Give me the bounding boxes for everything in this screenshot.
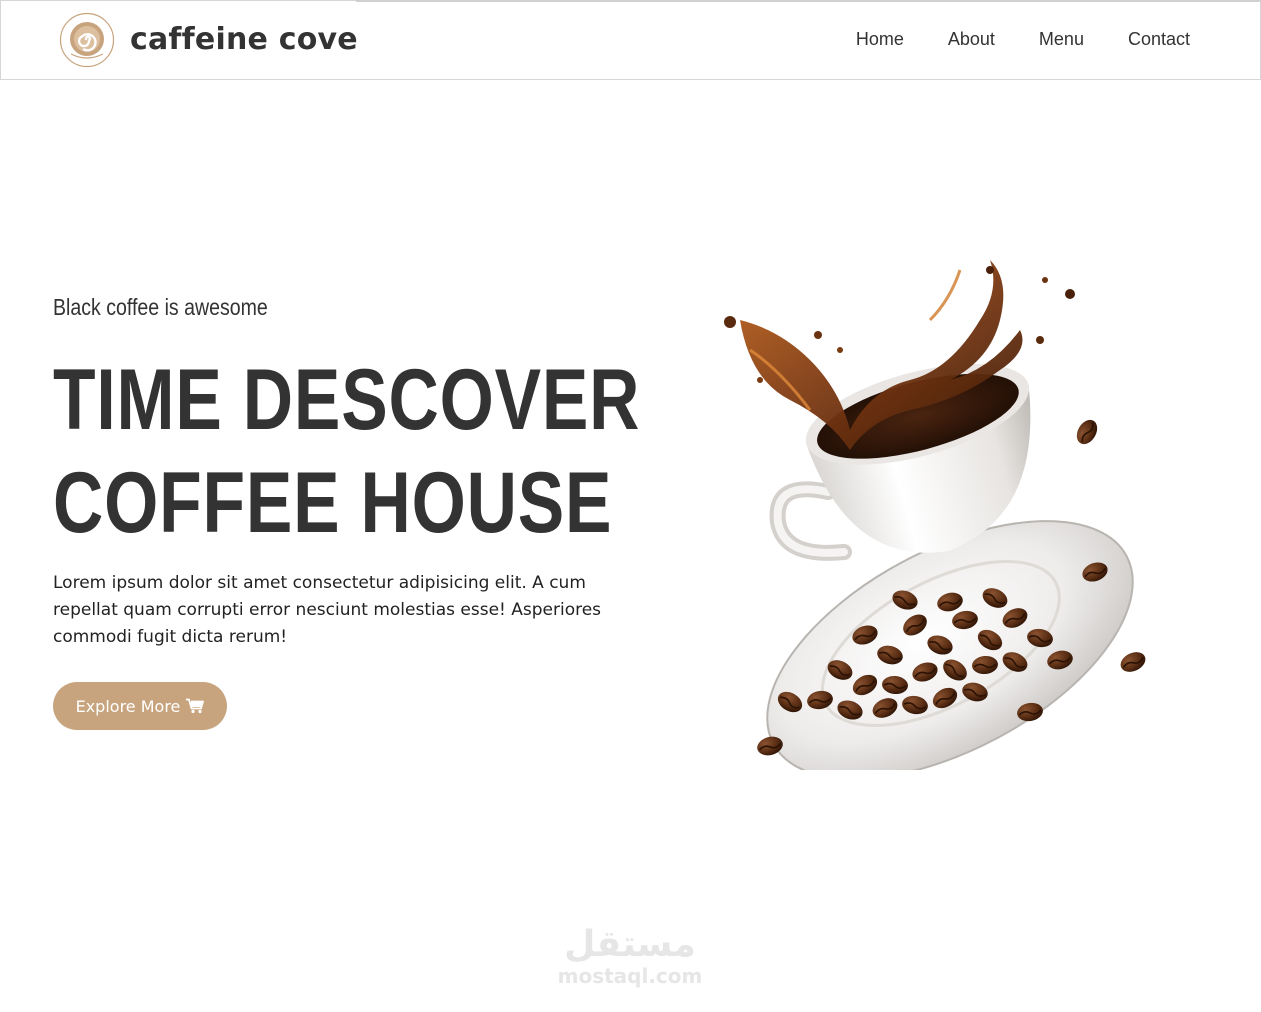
watermark: مستقل mostaql.com: [550, 924, 710, 988]
hero-title-line-1: TIME DESCOVER: [53, 352, 641, 448]
explore-more-label: Explore More: [75, 696, 181, 716]
hero-description: Lorem ipsum dolor sit amet consectetur a…: [53, 573, 602, 647]
hero-subtitle: Black coffee is awesome: [53, 294, 268, 320]
nav-link-menu[interactable]: Menu: [1039, 29, 1084, 49]
nav-menu: Home About Menu Contact: [812, 29, 1190, 50]
watermark-url: mostaql.com: [557, 964, 703, 988]
nav-link-about[interactable]: About: [948, 29, 995, 49]
hero-title: TIME DESCOVER COFFEE HOUSE: [53, 349, 640, 555]
shopping-cart-icon: [186, 698, 205, 714]
coffee-cup-swirl-icon: [59, 12, 115, 68]
watermark-arabic-text: مستقل: [564, 924, 696, 965]
explore-more-button[interactable]: Explore More: [53, 682, 227, 730]
brand-home-link[interactable]: caffeine cove: [59, 12, 358, 68]
nav-item-home: Home: [856, 29, 904, 50]
nav-item-menu: Menu: [1039, 29, 1084, 50]
nav-item-about: About: [948, 29, 995, 50]
nav-link-home[interactable]: Home: [856, 29, 904, 49]
coffee-cup-splash-image: [724, 260, 1150, 770]
brand-name: caffeine cove: [130, 22, 358, 57]
nav-item-contact: Contact: [1128, 29, 1190, 50]
nav-link-contact[interactable]: Contact: [1128, 29, 1190, 49]
navbar: caffeine cove Home About Menu Contact: [0, 0, 1261, 80]
navbar-top-border: [356, 0, 1261, 2]
hero-title-line-2: COFFEE HOUSE: [53, 455, 613, 551]
